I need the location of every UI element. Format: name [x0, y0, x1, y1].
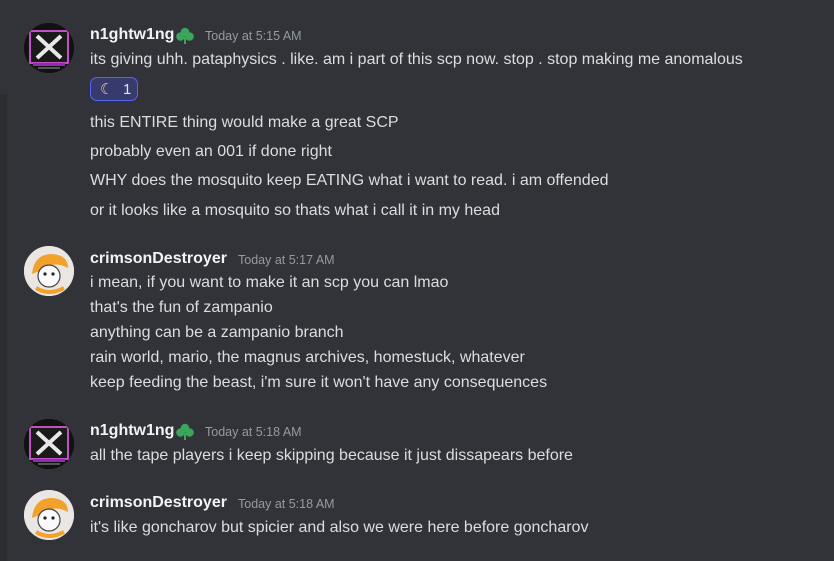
timestamp[interactable]: Today at 5:17 AM: [238, 253, 335, 267]
message-line: anything can be a zampanio branch: [90, 324, 344, 341]
nightwing-avatar-art: [24, 23, 74, 73]
reaction-count: 1: [123, 81, 132, 98]
author-name[interactable]: crimsonDestroyer: [90, 494, 227, 512]
timestamp[interactable]: Today at 5:18 AM: [205, 425, 302, 439]
message-line: i mean, if you want to make it an scp yo…: [90, 274, 449, 291]
avatar-nightwing[interactable]: [24, 419, 74, 469]
reaction-moon[interactable]: ☾ 1: [90, 77, 138, 101]
avatar-crimson[interactable]: [24, 246, 74, 296]
timestamp[interactable]: Today at 5:18 AM: [238, 497, 335, 511]
message-line: its giving uhh. pataphysics . like. am i…: [90, 51, 743, 68]
timestamp[interactable]: Today at 5:15 AM: [205, 29, 302, 43]
crescent-moon-icon: ☾: [100, 81, 114, 98]
author-name[interactable]: n1ghtw1ng: [90, 422, 174, 440]
message-line: or it looks like a mosquito so thats wha…: [90, 202, 500, 219]
message-line: WHY does the mosquito keep EATING what i…: [90, 172, 609, 189]
clover-badge-icon: [175, 422, 195, 442]
nightwing-avatar-art: [24, 419, 74, 469]
message-line: keep feeding the beast, i'm sure it won'…: [90, 374, 548, 391]
message-line: all the tape players i keep skipping bec…: [90, 447, 573, 464]
crimson-avatar-art: [24, 490, 74, 540]
message-line: that's the fun of zampanio: [90, 299, 273, 316]
crimson-avatar-art: [24, 246, 74, 296]
avatar-crimson[interactable]: [24, 490, 74, 540]
author-name[interactable]: crimsonDestroyer: [90, 250, 227, 268]
clover-badge-icon: [175, 26, 195, 46]
channel-left-strip: [0, 94, 7, 561]
message-line: rain world, mario, the magnus archives, …: [90, 349, 525, 366]
author-name[interactable]: n1ghtw1ng: [90, 26, 174, 44]
message-line: this ENTIRE thing would make a great SCP: [90, 114, 399, 131]
message-line: it's like goncharov but spicier and also…: [90, 519, 589, 536]
avatar-nightwing[interactable]: [24, 23, 74, 73]
message-line: probably even an 001 if done right: [90, 143, 332, 160]
